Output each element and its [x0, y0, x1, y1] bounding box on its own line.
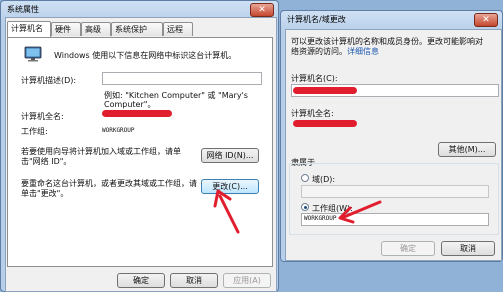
more-info-link[interactable]: 详细信息	[347, 47, 379, 56]
window-title: 系统属性	[7, 5, 39, 14]
domain-radio[interactable]	[301, 174, 309, 182]
network-id-button[interactable]: 网络 ID(N)...	[201, 148, 259, 163]
rename-text-line2: 单击"更改"。	[21, 189, 69, 198]
description-label: 计算机描述(D):	[21, 76, 77, 85]
computer-name-redaction	[293, 87, 357, 94]
description-input[interactable]	[102, 72, 262, 85]
computer-name-page: Windows 使用以下信息在网络中标识这台计算机。 计算机描述(D): 例如:…	[7, 37, 273, 267]
intro-line2-text: 络资源的访问。	[291, 47, 347, 56]
workgroup-value: WORKGROUP	[304, 215, 337, 222]
tab-computer-name[interactable]: 计算机名	[7, 21, 51, 37]
full-name-label: 计算机全名:	[291, 109, 334, 118]
workgroup-radio[interactable]	[301, 203, 309, 211]
tab-advanced[interactable]: 高级	[81, 22, 111, 36]
full-name-redaction	[293, 120, 357, 127]
intro-text: Windows 使用以下信息在网络中标识这台计算机。	[54, 51, 237, 60]
computer-icon	[24, 46, 42, 62]
apply-button[interactable]: 应用(A)	[223, 273, 271, 288]
network-id-text-line2: 击"网络 ID"。	[21, 157, 72, 166]
tab-system-protection[interactable]: 系统保护	[111, 22, 163, 36]
annotation-arrow-icon	[213, 189, 240, 234]
workgroup-value: WORKGROUP	[102, 127, 135, 134]
cancel-button[interactable]: 取消	[441, 241, 495, 256]
example-text-line2: Computer"。	[104, 100, 156, 109]
other-button[interactable]: 其他(M)...	[438, 142, 496, 157]
domain-label: 域(D):	[312, 175, 336, 184]
cancel-button[interactable]: 取消	[170, 273, 218, 288]
ok-button[interactable]: 确定	[381, 241, 435, 256]
window-title: 计算机名/域更改	[287, 15, 346, 24]
system-properties-window: 系统属性 ✕ 计算机名 硬件 高级 系统保护 远程 Windows 使用以下信息…	[0, 0, 279, 292]
annotation-arrow-icon	[338, 200, 382, 224]
computer-name-change-window: 计算机名/域更改 ✕ 可以更改该计算机的名称和成员身份。更改可能影响对 络资源的…	[280, 10, 503, 262]
full-name-label: 计算机全名:	[21, 112, 64, 121]
workgroup-label: 工作组:	[21, 127, 48, 136]
close-button[interactable]: ✕	[474, 13, 498, 27]
tab-hardware[interactable]: 硬件	[51, 22, 81, 36]
intro-line2: 络资源的访问。详细信息	[291, 46, 379, 57]
full-name-redaction	[102, 110, 172, 117]
computer-name-label: 计算机名(C):	[291, 74, 338, 83]
tab-remote[interactable]: 远程	[163, 22, 193, 36]
domain-input[interactable]	[301, 185, 489, 198]
ok-button[interactable]: 确定	[117, 273, 165, 288]
close-button[interactable]: ✕	[250, 3, 274, 17]
